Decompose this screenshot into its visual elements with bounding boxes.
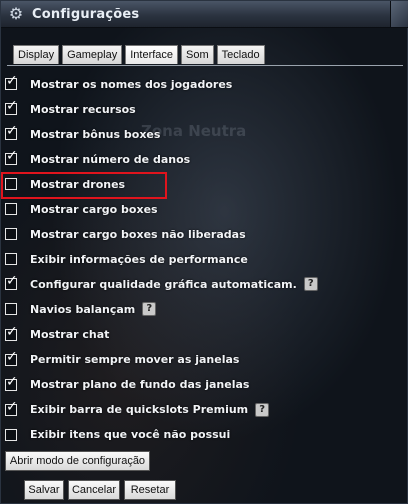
option-checkbox[interactable] (5, 349, 18, 366)
option-checkbox[interactable] (5, 148, 18, 166)
window-title: Configurações (32, 6, 140, 22)
option-label: Mostrar chat (30, 328, 110, 341)
tab-bar: Display Gameplay Interface Som Teclado (13, 45, 268, 65)
option-row[interactable]: Exibir informações de performance (5, 250, 248, 268)
tab-gameplay[interactable]: Gameplay (62, 45, 123, 64)
option-label: Navios balançam (30, 302, 136, 316)
option-row[interactable]: Permitir sempre mover as janelas (5, 349, 240, 369)
title-bar[interactable]: ⚙ Configurações (1, 1, 408, 28)
tab-display[interactable]: Display (13, 45, 60, 64)
option-row[interactable]: Configurar qualidade gráfica automaticam… (5, 273, 318, 293)
option-row[interactable]: Mostrar os nomes dos jogadores (5, 73, 233, 93)
option-checkbox[interactable] (5, 253, 17, 266)
option-label: Permitir sempre mover as janelas (30, 353, 240, 367)
settings-window: ⚙ Configurações Zona Neutra Display Game… (0, 0, 408, 504)
option-row[interactable]: Mostrar plano de fundo das janelas (5, 374, 250, 394)
option-checkbox[interactable] (5, 123, 18, 141)
option-label: Mostrar cargo boxes não liberadas (30, 227, 246, 241)
open-config-mode-button[interactable]: Abrir modo de configuração (5, 451, 150, 471)
help-icon[interactable]: ? (255, 402, 270, 417)
option-label: Mostrar número de danos (30, 152, 191, 166)
option-checkbox[interactable] (5, 428, 17, 441)
option-checkbox[interactable] (5, 324, 18, 341)
option-row[interactable]: Mostrar cargo boxes (5, 200, 158, 218)
help-icon[interactable]: ? (303, 277, 318, 292)
option-label: Exibir barra de quickslots Premium (30, 403, 249, 417)
tab-teclado[interactable]: Teclado (216, 45, 265, 64)
option-row[interactable]: Mostrar cargo boxes não liberadas (5, 225, 246, 243)
reset-button[interactable]: Resetar (124, 480, 176, 500)
option-label: Mostrar plano de fundo das janelas (30, 378, 250, 392)
window-corner-handle[interactable] (390, 1, 408, 27)
option-row[interactable]: Mostrar chat (5, 324, 110, 344)
option-row[interactable]: Mostrar número de danos (5, 148, 191, 168)
option-checkbox[interactable] (5, 273, 18, 291)
option-row[interactable]: Exibir itens que você não possui (5, 426, 230, 444)
help-icon[interactable]: ? (142, 302, 157, 317)
option-row[interactable]: Mostrar recursos (5, 98, 136, 118)
option-label: Exibir itens que você não possui (30, 428, 231, 442)
option-label: Exibir informações de performance (30, 252, 248, 266)
option-checkbox[interactable] (5, 228, 17, 241)
option-checkbox[interactable] (5, 399, 18, 416)
cancel-button[interactable]: Cancelar (68, 480, 120, 500)
option-label: Configurar qualidade gráfica automaticam… (30, 277, 297, 291)
highlight-box (1, 172, 167, 199)
option-checkbox[interactable] (5, 73, 18, 90)
save-button[interactable]: Salvar (24, 480, 64, 500)
tab-interface[interactable]: Interface (125, 45, 179, 64)
option-checkbox[interactable] (5, 374, 18, 391)
option-checkbox[interactable] (5, 203, 17, 216)
option-row[interactable]: Mostrar bônus boxes (5, 123, 161, 143)
tab-som[interactable]: Som (181, 45, 214, 64)
option-row[interactable]: Exibir barra de quickslots Premium? (5, 399, 270, 419)
option-row[interactable]: Navios balançam? (5, 300, 157, 318)
option-label: Mostrar recursos (30, 102, 136, 116)
option-label: Mostrar os nomes dos jogadores (30, 77, 233, 91)
gear-icon: ⚙ (8, 4, 24, 23)
tab-divider (7, 65, 403, 66)
option-checkbox[interactable] (5, 98, 18, 116)
option-label: Mostrar cargo boxes (30, 202, 158, 216)
option-checkbox[interactable] (5, 303, 17, 316)
option-label: Mostrar bônus boxes (30, 127, 161, 141)
